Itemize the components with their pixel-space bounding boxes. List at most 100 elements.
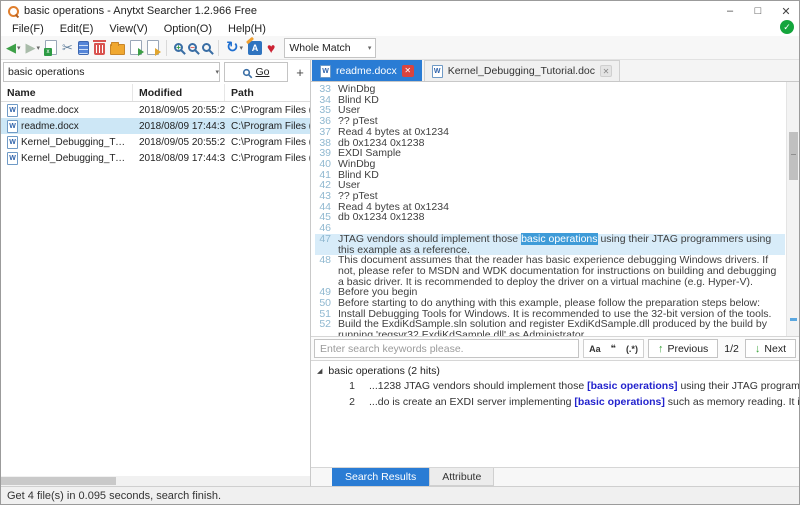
zoom-out-button[interactable]: −: [187, 38, 198, 58]
cut-button[interactable]: ✂: [61, 38, 74, 58]
doc-export-button[interactable]: [129, 38, 143, 58]
file-name: readme.docx: [21, 105, 79, 116]
tab-search-results[interactable]: Search Results: [332, 468, 429, 486]
line-text: User: [338, 180, 785, 191]
back-icon: ◀: [6, 41, 16, 54]
editor-line: 37Read 4 bytes at 0x1234: [315, 127, 785, 138]
minimize-button[interactable]: –: [723, 5, 737, 17]
close-tab-icon[interactable]: ✕: [600, 65, 612, 77]
app-logo-icon: [7, 5, 19, 17]
add-tab-button[interactable]: +: [292, 62, 308, 82]
zoom-in-button[interactable]: +: [173, 38, 184, 58]
file-name: readme.docx: [21, 121, 79, 132]
menu-help[interactable]: Help(H): [221, 22, 273, 36]
back-button[interactable]: ◀▾: [5, 38, 22, 58]
line-text: WinDbg: [338, 84, 785, 95]
maximize-button[interactable]: □: [751, 5, 765, 17]
excel-export-icon: [45, 40, 57, 55]
whole-word-button[interactable]: ❝: [606, 343, 621, 354]
file-list: Wreadme.docx2018/09/05 20:55:28C:\Progra…: [1, 102, 310, 166]
search-query-input[interactable]: [4, 66, 214, 78]
update-status-icon[interactable]: ✓: [780, 20, 794, 34]
document-viewer[interactable]: 33WinDbg34Blind KD35User36?? pTest37Read…: [311, 82, 799, 336]
file-search-panel: ▾ Go + Name Modified Path Wreadme.docx20…: [1, 60, 311, 486]
toolbar: ◀▾ ▶▾ ✂ + − ↻▾ A ♥ Whole Match▾: [1, 36, 799, 60]
line-number: 48: [315, 255, 331, 287]
menu-file[interactable]: File(F): [5, 22, 51, 36]
search-icon: [243, 68, 250, 75]
find-bar: Aa ❝ (.*) ↑ Previous 1/2 ↓ Next: [311, 336, 799, 360]
find-keywords-input[interactable]: [314, 339, 579, 358]
chevron-down-icon: ▾: [368, 44, 372, 52]
file-path: C:\Program Files (x86)\: [225, 150, 310, 166]
forward-button[interactable]: ▶▾: [25, 38, 42, 58]
delete-button[interactable]: [93, 38, 106, 58]
delete-icon: [94, 43, 105, 55]
result-row[interactable]: 1...1238 JTAG vendors should implement t…: [311, 378, 799, 394]
scrollbar-thumb[interactable]: [1, 477, 116, 485]
line-text: Blind KD: [338, 95, 785, 106]
line-number: 47: [315, 234, 331, 255]
search-results-panel: ◢ basic operations (2 hits) 1...1238 JTA…: [311, 360, 799, 467]
tab-kernel-debugging-tutorial-doc[interactable]: W Kernel_Debugging_Tutorial.doc ✕: [424, 60, 620, 81]
copy-button[interactable]: [77, 38, 90, 58]
chevron-down-icon: ▾: [37, 44, 41, 52]
editor-line: 42User: [315, 180, 785, 191]
search-button[interactable]: [201, 38, 212, 58]
result-index: 1: [311, 380, 355, 392]
scrollbar-thumb[interactable]: [789, 132, 798, 180]
index-manager-button[interactable]: A: [247, 38, 263, 58]
search-query-combobox[interactable]: ▾: [3, 62, 220, 82]
line-text: Blind KD: [338, 170, 785, 181]
copy-icon: [78, 41, 89, 55]
close-button[interactable]: ✕: [779, 5, 793, 18]
column-header-modified[interactable]: Modified: [133, 84, 225, 101]
file-modified: 2018/09/05 20:55:26: [133, 134, 225, 150]
down-arrow-icon: ↓: [755, 343, 761, 355]
go-button[interactable]: Go: [224, 62, 288, 82]
tab-attribute[interactable]: Attribute: [429, 468, 494, 486]
tree-expand-icon[interactable]: ◢: [317, 367, 322, 375]
column-header-path[interactable]: Path: [225, 84, 310, 101]
bottom-tab-bar: Search Results Attribute: [311, 467, 799, 486]
result-index: 2: [311, 396, 355, 408]
zoom-out-icon: −: [188, 43, 197, 52]
file-row[interactable]: WKernel_Debugging_Tutorial...2018/09/05 …: [1, 134, 310, 150]
word-doc-icon: W: [320, 65, 331, 78]
match-case-button[interactable]: Aa: [584, 344, 606, 354]
previous-button[interactable]: ↑ Previous: [648, 339, 718, 358]
close-tab-icon[interactable]: ✕: [402, 65, 414, 77]
main-area: ▾ Go + Name Modified Path Wreadme.docx20…: [1, 60, 799, 486]
file-name: Kernel_Debugging_Tutorial...: [21, 153, 127, 164]
results-list: 1...1238 JTAG vendors should implement t…: [311, 378, 799, 410]
regex-button[interactable]: (.*): [621, 344, 643, 354]
tab-label: Kernel_Debugging_Tutorial.doc: [448, 65, 595, 77]
horizontal-scrollbar[interactable]: [1, 476, 310, 486]
next-button[interactable]: ↓ Next: [745, 339, 796, 358]
excel-export-button[interactable]: [44, 38, 58, 58]
result-snippet: ...do is create an EXDI server implement…: [369, 396, 799, 408]
index-font-icon: A: [248, 41, 262, 55]
match-mode-select[interactable]: Whole Match▾: [284, 38, 376, 58]
editor-line: 47JTAG vendors should implement those ba…: [315, 234, 785, 255]
chevron-down-icon[interactable]: ▾: [215, 68, 219, 76]
result-row[interactable]: 2 ...do is create an EXDI server implemen…: [311, 394, 799, 410]
file-row[interactable]: WKernel_Debugging_Tutorial...2018/08/09 …: [1, 150, 310, 166]
tab-label: readme.docx: [336, 65, 397, 77]
editor-line: 48This document assumes that the reader …: [315, 255, 785, 287]
open-folder-button[interactable]: [109, 38, 126, 58]
column-header-name[interactable]: Name: [1, 84, 133, 101]
status-text: Get 4 file(s) in 0.095 seconds, search f…: [7, 490, 221, 502]
file-row[interactable]: Wreadme.docx2018/08/09 17:44:32C:\Progra…: [1, 118, 310, 134]
editor-line: 35User: [315, 105, 785, 116]
tab-readme-docx[interactable]: W readme.docx ✕: [312, 60, 422, 81]
refresh-button[interactable]: ↻▾: [225, 38, 244, 58]
donate-button[interactable]: ♥: [266, 38, 276, 58]
menu-view[interactable]: View(V): [102, 22, 154, 36]
menu-edit[interactable]: Edit(E): [53, 22, 101, 36]
results-group-header[interactable]: ◢ basic operations (2 hits): [311, 364, 799, 378]
doc-import-button[interactable]: [146, 38, 160, 58]
menu-option[interactable]: Option(O): [157, 22, 219, 36]
file-row[interactable]: Wreadme.docx2018/09/05 20:55:28C:\Progra…: [1, 102, 310, 118]
vertical-scrollbar[interactable]: [786, 82, 799, 336]
